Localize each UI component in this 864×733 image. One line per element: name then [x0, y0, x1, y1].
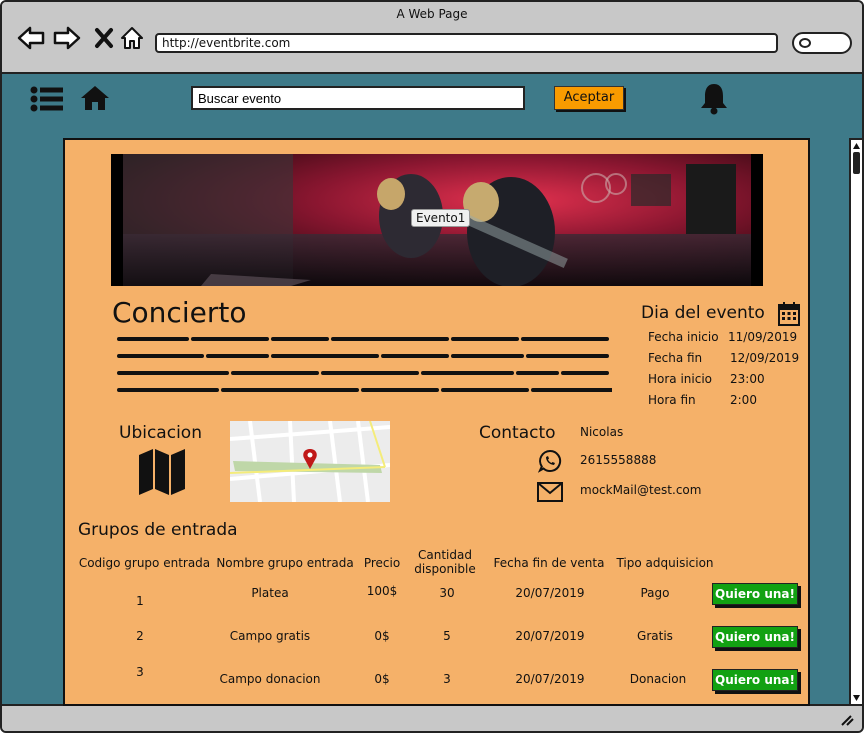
row-qty: 30: [439, 586, 455, 600]
event-banner-image: Evento1: [111, 154, 763, 286]
column-header-code: Codigo grupo entrada: [78, 556, 211, 570]
whatsapp-icon[interactable]: [537, 449, 562, 477]
scroll-thumb[interactable]: [853, 152, 860, 174]
contact-phone: 2615558888: [580, 453, 657, 467]
home-nav-button[interactable]: [117, 24, 147, 52]
forward-button[interactable]: [52, 24, 82, 52]
event-title: Concierto: [112, 296, 247, 329]
window-title: A Web Page: [396, 7, 468, 21]
row-price: 0$: [374, 672, 390, 686]
schedule-value: 11/09/2019: [728, 330, 798, 344]
schedule-label: Fecha inicio: [648, 330, 719, 344]
status-bar: [2, 708, 862, 731]
row-type: Donacion: [629, 672, 687, 686]
search-icon: [799, 38, 811, 48]
stop-button[interactable]: [89, 24, 119, 52]
accept-button[interactable]: Aceptar: [554, 86, 624, 110]
row-name: Platea: [251, 586, 289, 600]
resize-grip-icon[interactable]: [840, 714, 854, 726]
row-name: Campo gratis: [229, 629, 311, 643]
column-header-price: Precio: [363, 556, 401, 570]
row-code: 3: [136, 665, 144, 679]
contact-name: Nicolas: [580, 425, 624, 439]
search-input[interactable]: [191, 86, 525, 110]
menu-list-icon[interactable]: [30, 86, 64, 116]
banner-caption: Evento1: [411, 209, 471, 227]
want-ticket-button[interactable]: Quiero una!: [712, 626, 798, 648]
schedule-value: 12/09/2019: [730, 351, 800, 365]
want-ticket-button[interactable]: Quiero una!: [712, 669, 798, 691]
row-qty: 3: [443, 672, 451, 686]
schedule-label: Hora inicio: [648, 372, 713, 386]
browser-window: A Web Page http://eventbrite.com Buscar …: [0, 0, 864, 733]
column-header-end: Fecha fin de venta: [493, 556, 605, 570]
schedule-value: 23:00: [730, 372, 765, 386]
row-name: Campo donacion: [219, 672, 321, 686]
column-header-name: Nombre grupo entrada: [216, 556, 354, 570]
row-qty: 5: [443, 629, 451, 643]
column-header-qty-line: disponible: [414, 562, 476, 576]
row-type: Pago: [640, 586, 670, 600]
app-area: Aceptar: [2, 74, 862, 706]
browser-chrome: A Web Page http://eventbrite.com: [2, 2, 862, 74]
location-title: Ubicacion: [119, 423, 202, 443]
ticket-groups-title: Grupos de entrada: [78, 520, 238, 540]
column-header-type: Tipo adquisicion: [616, 556, 714, 570]
row-end-date: 20/07/2019: [515, 586, 585, 600]
bell-icon[interactable]: [698, 82, 730, 120]
column-header-qty-line: Cantidad: [418, 548, 472, 562]
forward-arrow-icon: [53, 26, 81, 50]
close-icon: [95, 28, 113, 48]
map-icon[interactable]: [137, 447, 187, 501]
back-button[interactable]: [16, 24, 46, 52]
column-header-qty: Cantidad disponible: [410, 548, 480, 576]
schedule-label: Fecha fin: [648, 351, 703, 365]
vertical-scrollbar[interactable]: [849, 138, 862, 706]
description-placeholder: [117, 337, 612, 392]
schedule-label: Hora fin: [648, 393, 696, 407]
schedule-title: Dia del evento: [641, 303, 765, 323]
row-price: 100$: [366, 584, 398, 598]
scroll-up-icon: [853, 143, 860, 149]
calendar-icon[interactable]: [778, 302, 800, 330]
home-icon[interactable]: [80, 84, 110, 116]
contact-title: Contacto: [479, 423, 556, 443]
event-card: Evento1 Concierto Dia del evento Fecha i…: [63, 138, 810, 706]
schedule-value: 2:00: [730, 393, 757, 407]
mail-icon[interactable]: [537, 482, 563, 506]
row-code: 2: [136, 629, 144, 643]
row-type: Gratis: [637, 629, 673, 643]
browser-search[interactable]: [792, 32, 852, 54]
contact-email: mockMail@test.com: [580, 483, 702, 497]
want-ticket-button[interactable]: Quiero una!: [712, 583, 798, 605]
row-price: 0$: [374, 629, 390, 643]
row-end-date: 20/07/2019: [515, 672, 585, 686]
row-end-date: 20/07/2019: [515, 629, 585, 643]
scroll-down-icon: [853, 695, 860, 701]
url-bar[interactable]: http://eventbrite.com: [155, 33, 778, 53]
home-icon: [121, 27, 143, 49]
back-arrow-icon: [17, 26, 45, 50]
location-map[interactable]: [230, 421, 390, 502]
row-code: 1: [136, 594, 144, 608]
